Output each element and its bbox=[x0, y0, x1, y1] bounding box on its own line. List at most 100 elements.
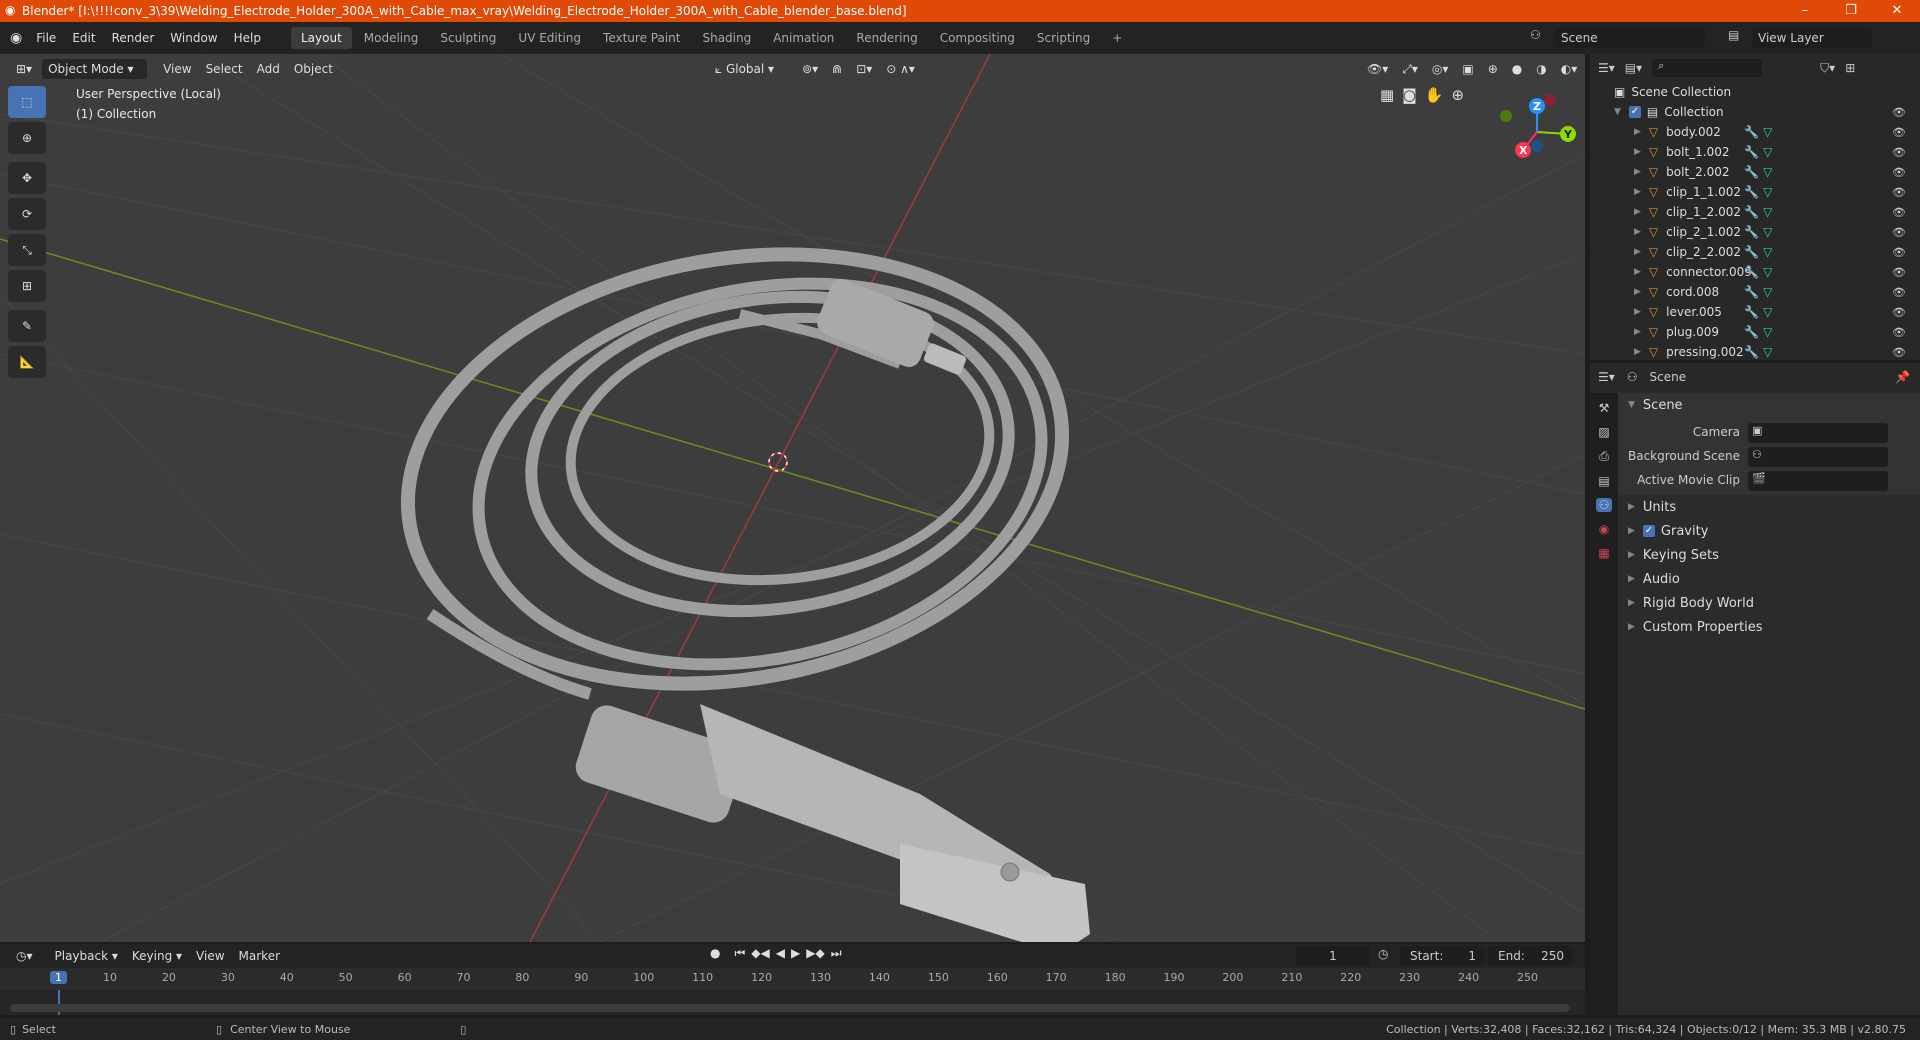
expand-icon[interactable]: ▶ bbox=[1634, 127, 1641, 137]
editor-type-icon[interactable]: ⊞▾ bbox=[10, 59, 38, 79]
modifier-wrench-icon[interactable]: 🔧 bbox=[1744, 145, 1759, 159]
collapse-icon[interactable]: ▶ bbox=[1628, 502, 1635, 512]
tab-sculpting[interactable]: Sculpting bbox=[430, 27, 506, 49]
menu-view[interactable]: View bbox=[157, 59, 197, 79]
expand-icon[interactable]: ▶ bbox=[1634, 307, 1641, 317]
eye-icon[interactable]: 👁 bbox=[1892, 266, 1906, 279]
properties-editor-type-icon[interactable]: ☰▾ bbox=[1598, 370, 1615, 384]
eye-icon[interactable]: 👁 bbox=[1892, 326, 1906, 339]
outliner-search-input[interactable]: ⌕ bbox=[1652, 59, 1763, 77]
collapse-icon[interactable]: ▶ bbox=[1628, 598, 1635, 608]
modifier-wrench-icon[interactable]: 🔧 bbox=[1744, 345, 1759, 359]
eye-icon[interactable]: 👁 bbox=[1892, 286, 1906, 299]
modifier-wrench-icon[interactable]: 🔧 bbox=[1744, 285, 1759, 299]
subpanel-header[interactable]: ▶ ✓ Gravity bbox=[1618, 519, 1920, 543]
gizmo-toggle-icon[interactable]: ⤢▾ bbox=[1396, 59, 1424, 79]
zoom-icon[interactable]: ⊕ bbox=[1451, 86, 1464, 104]
menu-edit[interactable]: Edit bbox=[64, 22, 103, 54]
menu-window[interactable]: Window bbox=[162, 22, 225, 54]
minimize-button[interactable]: – bbox=[1782, 0, 1828, 22]
outliner-object-row[interactable]: ▶ ▽ clip_2_1.002 🔧 ▽ 👁 bbox=[1590, 222, 1920, 242]
move-tool[interactable]: ✥ bbox=[8, 162, 46, 194]
menu-timeline-view[interactable]: View bbox=[190, 946, 230, 966]
scale-tool[interactable]: ⤡ bbox=[8, 234, 46, 266]
timeline-scrollbar[interactable] bbox=[10, 1004, 1570, 1012]
modifier-wrench-icon[interactable]: 🔧 bbox=[1744, 205, 1759, 219]
mesh-data-icon[interactable]: ▽ bbox=[1763, 325, 1772, 339]
close-button[interactable]: ✕ bbox=[1874, 0, 1920, 22]
mesh-data-icon[interactable]: ▽ bbox=[1763, 245, 1772, 259]
view-layer-tab-icon[interactable]: ▤ bbox=[1598, 474, 1609, 488]
collapse-icon[interactable]: ▶ bbox=[1628, 550, 1635, 560]
play-icon[interactable]: ▶ bbox=[791, 946, 800, 961]
eye-icon[interactable]: 👁 bbox=[1892, 106, 1906, 119]
tab-rendering[interactable]: Rendering bbox=[846, 27, 927, 49]
scene-selector[interactable]: Scene bbox=[1555, 28, 1705, 48]
menu-add[interactable]: Add bbox=[251, 59, 286, 79]
timeline-editor-type-icon[interactable]: ◷▾ bbox=[10, 946, 39, 966]
mesh-data-icon[interactable]: ▽ bbox=[1763, 345, 1772, 359]
snap-target-icon[interactable]: ⊡▾ bbox=[850, 59, 878, 79]
expand-icon[interactable]: ▶ bbox=[1634, 167, 1641, 177]
end-frame-field[interactable]: End: 250 bbox=[1488, 946, 1572, 966]
scene-collection-row[interactable]: ▣ Scene Collection bbox=[1590, 82, 1920, 102]
active-movie-clip-field[interactable]: 🎬 bbox=[1748, 471, 1888, 491]
jump-keyframe-forward-icon[interactable]: ▶◆ bbox=[806, 946, 824, 961]
modifier-wrench-icon[interactable]: 🔧 bbox=[1744, 125, 1759, 139]
menu-keying[interactable]: Keying ▾ bbox=[126, 946, 188, 966]
expand-icon[interactable]: ▼ bbox=[1614, 107, 1621, 117]
clock-icon[interactable]: ◷ bbox=[1378, 947, 1388, 961]
display-mode-icon[interactable]: ▤▾ bbox=[1625, 61, 1642, 75]
modifier-wrench-icon[interactable]: 🔧 bbox=[1744, 265, 1759, 279]
modifier-wrench-icon[interactable]: 🔧 bbox=[1744, 245, 1759, 259]
menu-help[interactable]: Help bbox=[226, 22, 269, 54]
start-frame-field[interactable]: Start: 1 bbox=[1400, 946, 1484, 966]
modifier-wrench-icon[interactable]: 🔧 bbox=[1744, 185, 1759, 199]
gravity-checkbox[interactable]: ✓ bbox=[1642, 525, 1655, 537]
shading-solid-icon[interactable]: ● bbox=[1506, 59, 1528, 79]
menu-render[interactable]: Render bbox=[104, 22, 163, 54]
collection-row[interactable]: ▼ ✓ ▤ Collection 👁 bbox=[1590, 102, 1920, 122]
texture-tab-icon[interactable]: ▦ bbox=[1598, 546, 1609, 560]
outliner-object-row[interactable]: ▶ ▽ bolt_2.002 🔧 ▽ 👁 bbox=[1590, 162, 1920, 182]
collection-checkbox[interactable]: ✓ bbox=[1628, 106, 1641, 118]
eye-icon[interactable]: 👁 bbox=[1892, 166, 1906, 179]
blender-menu-icon[interactable]: ◉ bbox=[10, 30, 22, 46]
world-tab-icon[interactable]: ◉ bbox=[1599, 522, 1609, 536]
shading-wireframe-icon[interactable]: ⊕ bbox=[1482, 59, 1504, 79]
xray-icon[interactable]: ▣ bbox=[1456, 59, 1479, 79]
menu-marker[interactable]: Marker bbox=[233, 946, 286, 966]
modifier-wrench-icon[interactable]: 🔧 bbox=[1744, 305, 1759, 319]
collapse-icon[interactable]: ▶ bbox=[1628, 574, 1635, 584]
eye-icon[interactable]: 👁 bbox=[1892, 126, 1906, 139]
menu-file[interactable]: File bbox=[28, 22, 64, 54]
camera-view-icon[interactable]: ◙ bbox=[1402, 86, 1417, 104]
current-frame-field[interactable]: 1 bbox=[1296, 946, 1370, 966]
outliner-object-row[interactable]: ▶ ▽ clip_2_2.002 🔧 ▽ 👁 bbox=[1590, 242, 1920, 262]
collapse-icon[interactable]: ▶ bbox=[1628, 526, 1635, 536]
output-tab-icon[interactable]: ⎙ bbox=[1599, 449, 1609, 464]
outliner-object-row[interactable]: ▶ ▽ clip_1_2.002 🔧 ▽ 👁 bbox=[1590, 202, 1920, 222]
outliner-object-row[interactable]: ▶ ▽ body.002 🔧 ▽ 👁 bbox=[1590, 122, 1920, 142]
subpanel-header[interactable]: ▶ Rigid Body World bbox=[1618, 591, 1920, 615]
background-scene-field[interactable]: ⚇ bbox=[1748, 447, 1888, 467]
expand-icon[interactable]: ▶ bbox=[1634, 247, 1641, 257]
pan-hand-icon[interactable]: ✋ bbox=[1425, 86, 1444, 104]
record-icon[interactable]: ● bbox=[710, 946, 720, 961]
tab-shading[interactable]: Shading bbox=[692, 27, 761, 49]
expand-icon[interactable]: ▶ bbox=[1634, 207, 1641, 217]
outliner-editor-type-icon[interactable]: ☰▾ bbox=[1598, 61, 1615, 75]
overlay-toggle-icon[interactable]: ◎▾ bbox=[1426, 59, 1455, 79]
jump-keyframe-back-icon[interactable]: ◆◀ bbox=[751, 946, 769, 961]
cursor-tool[interactable]: ⊕ bbox=[8, 122, 46, 154]
mesh-data-icon[interactable]: ▽ bbox=[1763, 225, 1772, 239]
jump-start-icon[interactable]: ⏮ bbox=[734, 946, 745, 961]
tab-uv-editing[interactable]: UV Editing bbox=[508, 27, 591, 49]
mesh-data-icon[interactable]: ▽ bbox=[1763, 265, 1772, 279]
expand-icon[interactable]: ▶ bbox=[1634, 267, 1641, 277]
tab-compositing[interactable]: Compositing bbox=[930, 27, 1025, 49]
collapse-icon[interactable]: ▶ bbox=[1628, 622, 1635, 632]
outliner-object-row[interactable]: ▶ ▽ cord.008 🔧 ▽ 👁 bbox=[1590, 282, 1920, 302]
visibility-icon[interactable]: 👁▾ bbox=[1361, 59, 1394, 79]
modifier-wrench-icon[interactable]: 🔧 bbox=[1744, 325, 1759, 339]
